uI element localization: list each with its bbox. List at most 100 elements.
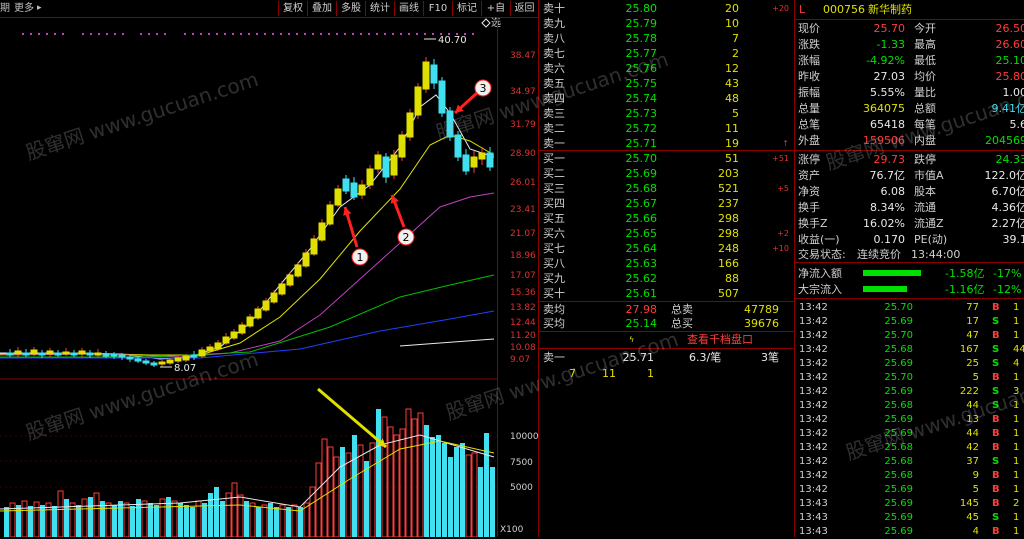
info-value: 26.60: [995, 38, 1024, 51]
bid-price: 25.61: [625, 287, 658, 300]
bid-price: 25.69: [625, 167, 658, 180]
price-tick: 15.36: [510, 288, 536, 298]
candle-body: [366, 168, 374, 186]
kline-chart-panel[interactable]: 期 更多 ▸ 复权 叠加 多股 统计 画线 F10 标记 +自选 返回 1 2 3 …: [0, 0, 539, 537]
ask-level-label: 卖十: [543, 2, 565, 15]
signal-dot: [90, 33, 92, 35]
overlay-button[interactable]: 叠加: [307, 1, 336, 16]
tick-count: 1: [1013, 428, 1020, 439]
volume-bar: [436, 435, 441, 537]
price-tick: 23.41: [510, 205, 536, 215]
candle-body: [214, 342, 222, 350]
bid-row: 买八 25.63 166: [539, 256, 794, 271]
candle-body: [166, 359, 174, 364]
tick-time: 13:42: [799, 344, 828, 355]
mark-button[interactable]: 标记: [452, 1, 481, 16]
block-inflow-bar: [863, 286, 907, 292]
ask-level-label: 卖七: [543, 47, 565, 60]
ask-volume: 5: [732, 107, 739, 120]
more-arrow-icon[interactable]: ▸: [37, 1, 42, 16]
tick-time: 13:43: [799, 512, 828, 523]
tick-price: 25.68: [884, 344, 913, 355]
tick-price: 25.68: [884, 470, 913, 481]
ask-level-label: 卖九: [543, 17, 565, 30]
total-bid-value: 39676: [744, 317, 779, 330]
block-inflow-value: -1.16亿: [945, 283, 985, 296]
tick-price: 25.69: [884, 484, 913, 495]
info-value: 0.170: [873, 233, 906, 246]
tick-volume: 77: [966, 302, 979, 313]
price-tick: 17.07: [510, 271, 536, 281]
tick-time: 13:42: [799, 442, 828, 453]
info-label: 涨停: [798, 153, 820, 166]
total-ask-label: 总卖: [671, 303, 693, 316]
candle-body: [86, 352, 94, 356]
info-value: 364075: [863, 102, 905, 115]
tick-count: 1: [1013, 512, 1020, 523]
candle-body: [438, 80, 446, 114]
tick-side: S: [992, 456, 1000, 467]
info-value: 6.08: [880, 185, 906, 198]
tick-volume: 42: [966, 442, 979, 453]
info-row: 昨收 27.03 均价 25.80: [795, 69, 1024, 84]
ask-price: 25.76: [625, 62, 658, 75]
tick-time: 13:42: [799, 316, 828, 327]
tick-count: 1: [1013, 470, 1020, 481]
volume-bar: [141, 500, 148, 537]
volume-bar: [364, 461, 369, 537]
ask-price: 25.73: [625, 107, 658, 120]
bid-level-label: 买二: [543, 167, 565, 180]
signal-dot: [472, 33, 474, 35]
info-label: 最高: [914, 38, 936, 51]
candle-body: [262, 300, 270, 311]
info-label: 换手: [798, 201, 820, 214]
volume-bar: [261, 504, 268, 537]
add-watchlist-button[interactable]: +自选: [481, 1, 510, 29]
bid-row: 买七 25.64 248 +10: [539, 241, 794, 256]
back-button[interactable]: 返回: [510, 1, 538, 16]
info-label: 市值A: [914, 169, 944, 182]
level-flag: L: [799, 3, 806, 16]
info-row: 换手 8.34% 流通 4.36亿: [795, 200, 1024, 215]
tick-side: S: [992, 400, 1000, 411]
candle-body: [6, 352, 14, 356]
net-inflow-row: 净流入额 -1.58亿 -17%: [795, 266, 1024, 281]
ask-row: 卖三 25.73 5: [539, 106, 794, 121]
info-value: 39.1: [1002, 233, 1024, 246]
bid-change: +5: [777, 184, 789, 193]
bid-volume: 298: [718, 227, 739, 240]
info-label: 最低: [914, 54, 936, 67]
candle-body: [422, 61, 430, 90]
signal-dot: [30, 33, 32, 35]
info-label: PE(动): [914, 233, 948, 246]
queue-row: 卖一 25.71 6.3/笔 3笔: [539, 350, 794, 365]
bid-level-label: 买三: [543, 182, 565, 195]
tick-row: 13:42 25.69 222 S 3: [795, 384, 1024, 399]
info-value: 1.00: [1002, 86, 1024, 99]
multi-stock-button[interactable]: 多股: [336, 1, 365, 16]
bid-price: 25.64: [625, 242, 658, 255]
f10-button[interactable]: F10: [423, 1, 452, 16]
depth-link[interactable]: 查看千档盘口: [687, 332, 753, 347]
kline-svg[interactable]: 1 2 3 40.70 8.07: [0, 17, 497, 537]
volume-bar: [244, 501, 249, 537]
info-label: 涨跌: [798, 38, 820, 51]
tick-count: 1: [1013, 330, 1020, 341]
avg-ask-price: 27.98: [625, 303, 658, 316]
signal-dot: [400, 33, 402, 35]
signal-dot: [272, 33, 274, 35]
signal-dot: [304, 33, 306, 35]
restore-rights-button[interactable]: 复权: [278, 1, 307, 16]
volume-bar: [417, 412, 424, 537]
period-label[interactable]: 期: [0, 1, 10, 16]
block-inflow-pct: -12%: [993, 283, 1022, 296]
volume-bar: [465, 454, 472, 537]
statistics-button[interactable]: 统计: [365, 1, 394, 16]
tick-volume: 25: [966, 358, 979, 369]
signal-dot: [296, 33, 298, 35]
volume-bar: [430, 437, 435, 537]
info-label: 总量: [798, 102, 820, 115]
draw-line-button[interactable]: 画线: [394, 1, 423, 16]
more-button[interactable]: 更多: [14, 1, 34, 16]
signal-dot: [62, 33, 64, 35]
